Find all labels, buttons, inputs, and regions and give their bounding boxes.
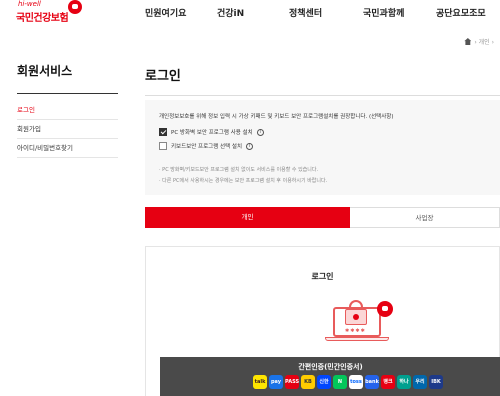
logo-tagline: hi-well	[18, 0, 41, 8]
title-divider	[145, 95, 500, 96]
cert-provider-list: talk pay PASS KB 신한 Ntoss bank 뱅크 하나 우리 IBK	[253, 375, 443, 389]
keyboard-security-option[interactable]: 키보드보안 프로그램 선택 설치 i	[159, 142, 254, 150]
breadcrumb: › 개인 ›	[464, 37, 494, 46]
info-icon[interactable]: i	[246, 142, 254, 150]
site-logo[interactable]: hi-well 국민건강보험	[16, 0, 86, 26]
cert-provider-icon[interactable]: talk	[253, 375, 267, 389]
laptop-base	[325, 337, 389, 341]
site-header: hi-well 국민건강보험 민원여기요 건강iN 정책센터 국민과함께 공단요…	[0, 0, 500, 30]
simple-auth-panel[interactable]: 간편인증(민간인증서) talk pay PASS KB 신한 Ntoss bank 뱅크 하나…	[160, 357, 500, 396]
cert-provider-icon[interactable]: bank	[365, 375, 379, 389]
firewall-option[interactable]: PC 방화벽 보안 프로그램 사용 설치 i	[159, 128, 264, 136]
simple-auth-title: 간편인증(민간인증서)	[298, 363, 363, 371]
cert-provider-icon[interactable]: PASS	[285, 375, 299, 389]
sidebar-item-login[interactable]: 로그인	[17, 104, 118, 120]
cert-provider-icon[interactable]: pay	[269, 375, 283, 389]
cert-provider-icon[interactable]: 신한	[317, 375, 331, 389]
info-icon[interactable]: i	[256, 128, 264, 136]
password-dots: ✱✱✱✱	[345, 328, 366, 334]
firewall-option-label: PC 방화벽 보안 프로그램 사용 설치	[171, 130, 253, 136]
cert-provider-icon[interactable]: IBK	[429, 375, 443, 389]
cert-provider-icon[interactable]: N	[333, 375, 347, 389]
heart-logo-icon	[68, 0, 82, 14]
tab-personal[interactable]: 개인	[145, 207, 350, 228]
login-card-title: 로그인	[311, 272, 334, 281]
sidebar-title: 회원서비스	[17, 64, 73, 78]
tab-business[interactable]: 사업장	[350, 207, 500, 228]
keyboard-security-checkbox[interactable]	[159, 142, 167, 150]
keyboard-security-option-label: 키보드보안 프로그램 선택 설치	[171, 144, 243, 150]
cert-provider-icon[interactable]: toss	[349, 375, 363, 389]
cert-provider-icon[interactable]: 뱅크	[381, 375, 395, 389]
logo-text: 국민건강보험	[16, 13, 69, 24]
security-notice-box: 개인정보보호를 위해 정보 입력 시 가상 키패드 및 키보드 보안 프로그램설…	[145, 100, 500, 195]
nav-menu-civil[interactable]: 민원여기요	[145, 6, 186, 19]
home-icon[interactable]	[464, 38, 472, 45]
login-card: 로그인 ✱✱✱✱ 간편인증(민간인증서) talk pay PASS KB 신한 Ntos…	[145, 246, 500, 396]
nav-menu-health-in[interactable]: 건강iN	[217, 6, 244, 19]
nav-menu-together[interactable]: 국민과함께	[363, 6, 404, 19]
sidebar-divider	[17, 93, 118, 94]
lock-keyhole	[353, 314, 359, 320]
notice-bullet: · 다른 PC에서 사용하시는 경우에는 보안 프로그램 설치 후 이용하시기 …	[159, 178, 328, 184]
cert-provider-icon[interactable]: 하나	[397, 375, 411, 389]
breadcrumb-trail: › 개인 ›	[474, 39, 494, 46]
sidebar-item-signup[interactable]: 회원가입	[17, 123, 118, 139]
cert-provider-icon[interactable]: 우리	[413, 375, 427, 389]
security-notice-text: 개인정보보호를 위해 정보 입력 시 가상 키패드 및 키보드 보안 프로그램설…	[159, 114, 394, 120]
notice-bullet: · PC 방화벽/키보드보안 프로그램 설치 없이도 서비스를 이용할 수 있습…	[159, 167, 319, 173]
nav-menu-policy[interactable]: 정책센터	[289, 6, 322, 19]
secure-laptop-illustration: ✱✱✱✱	[321, 297, 401, 345]
cert-provider-icon[interactable]: KB	[301, 375, 315, 389]
sidebar-item-find-account[interactable]: 아이디/비밀번호찾기	[17, 142, 118, 158]
firewall-checkbox[interactable]	[159, 128, 167, 136]
nav-menu-about[interactable]: 공단요모조모	[436, 6, 486, 19]
heart-badge-icon	[377, 301, 393, 317]
page-title: 로그인	[145, 69, 181, 84]
